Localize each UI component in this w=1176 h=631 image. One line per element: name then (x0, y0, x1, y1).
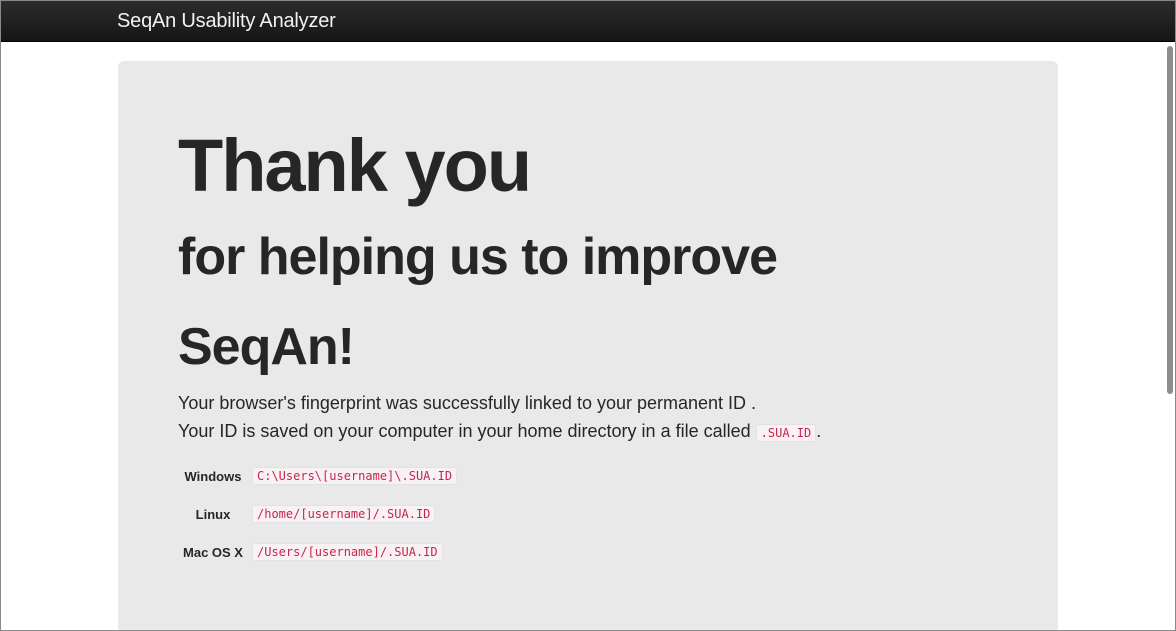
page-subtitle-line-2: SeqAn! (178, 318, 355, 376)
brand-link[interactable]: SeqAn Usability Analyzer (117, 9, 336, 33)
fingerprint-message: Your browser's fingerprint was successfu… (178, 393, 757, 413)
navbar: SeqAn Usability Analyzer (1, 1, 1175, 42)
page-title: Thank you (178, 124, 532, 207)
page-subtitle-line-1: for helping us to improve (178, 228, 778, 286)
id-location-message: Your ID is saved on your computer in you… (178, 417, 821, 447)
path-windows: C:\Users\[username]\.SUA.ID (252, 467, 458, 485)
scrollbar-thumb[interactable] (1167, 46, 1173, 394)
vertical-scrollbar[interactable] (1165, 42, 1175, 630)
id-file-name: .SUA.ID (755, 424, 817, 442)
table-row: Mac OS X /Users/[username]/.SUA.ID (176, 533, 457, 571)
path-macosx: /Users/[username]/.SUA.ID (252, 543, 443, 561)
os-name-windows: Windows (184, 468, 242, 484)
path-linux: /home/[username]/.SUA.ID (252, 505, 436, 523)
browser-frame: SeqAn Usability Analyzer Thank you for h… (0, 0, 1176, 631)
id-location-suffix: . (816, 421, 822, 441)
os-path-table: Windows C:\Users\[username]\.SUA.ID Linu… (176, 457, 458, 571)
table-row: Linux /home/[username]/.SUA.ID (176, 495, 457, 533)
jumbotron: Thank you for helping us to improve SeqA… (118, 61, 1058, 630)
id-location-text: Your ID is saved on your computer in you… (178, 421, 751, 441)
os-name-linux: Linux (195, 506, 231, 522)
os-name-macosx: Mac OS X (183, 544, 243, 560)
table-row: Windows C:\Users\[username]\.SUA.ID (176, 457, 458, 495)
